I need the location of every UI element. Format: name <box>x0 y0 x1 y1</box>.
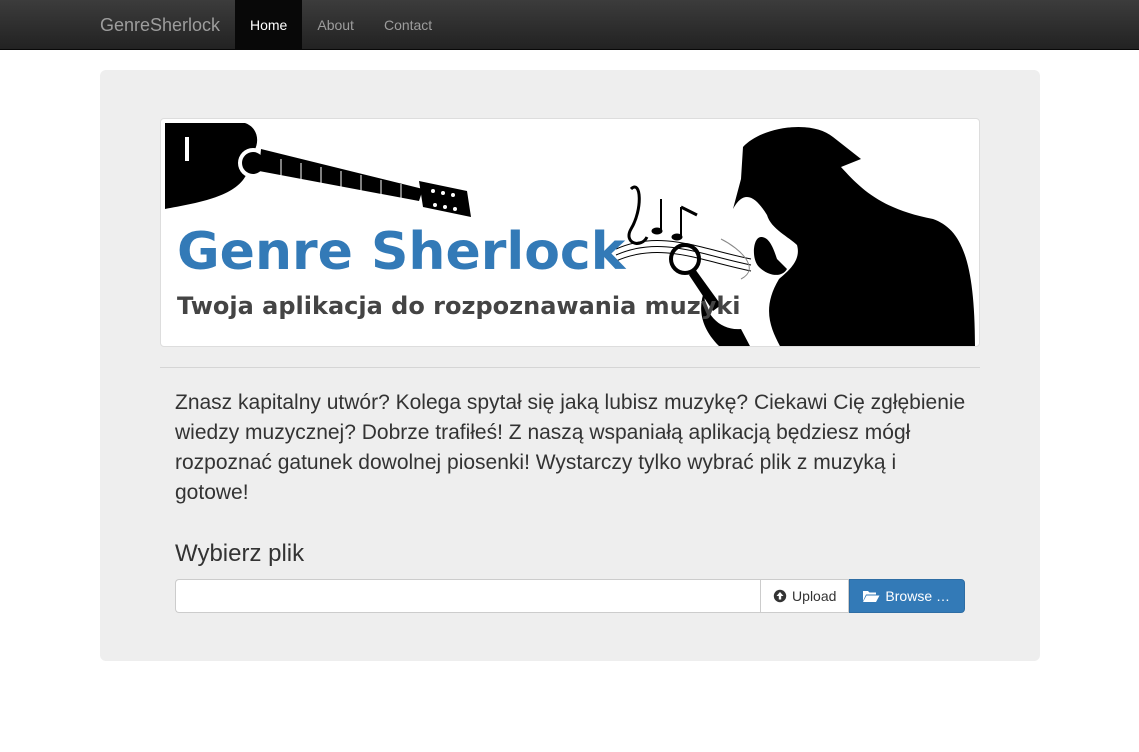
upload-button-label: Upload <box>792 588 837 604</box>
music-notes-icon <box>615 185 752 280</box>
folder-open-icon <box>862 589 880 603</box>
jumbotron: Genre Sherlock Twoja aplikacja do rozpoz… <box>100 70 1040 661</box>
file-upload-group: Upload Browse … <box>175 579 965 613</box>
file-path-input[interactable] <box>175 579 761 613</box>
nav-item-home[interactable]: Home <box>235 0 303 50</box>
nav-menu: Home About Contact <box>235 0 447 50</box>
intro-text: Znasz kapitalny utwór? Kolega spytał się… <box>175 391 966 504</box>
nav-item-about[interactable]: About <box>302 0 369 50</box>
browse-button[interactable]: Browse … <box>849 579 965 613</box>
nav-item-contact[interactable]: Contact <box>369 0 447 50</box>
navbar: GenreSherlock Home About Contact <box>0 0 1139 50</box>
upload-button[interactable]: Upload <box>760 579 850 613</box>
upload-heading: Wybierz plik <box>175 540 305 567</box>
banner-illustration: Genre Sherlock Twoja aplikacja do rozpoz… <box>165 123 975 346</box>
browse-button-label: Browse … <box>885 588 950 604</box>
banner-subtitle: Twoja aplikacja do rozpoznawania muzyki <box>177 292 741 320</box>
banner-title: Genre Sherlock <box>177 222 627 282</box>
guitar-icon <box>165 123 471 217</box>
banner-image: Genre Sherlock Twoja aplikacja do rozpoz… <box>160 118 980 347</box>
divider <box>160 367 980 368</box>
upload-circle-icon <box>773 589 787 603</box>
brand-link[interactable]: GenreSherlock <box>100 0 220 50</box>
